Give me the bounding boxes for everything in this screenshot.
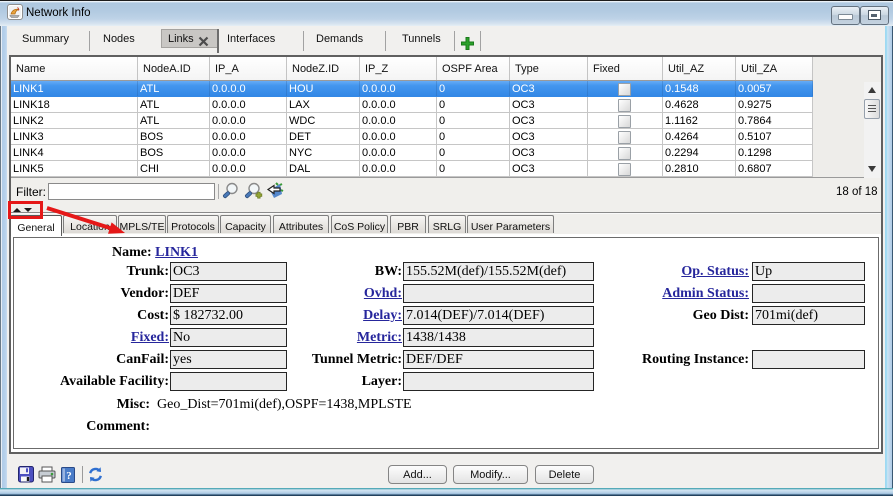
svg-text:?: ? (66, 470, 72, 482)
